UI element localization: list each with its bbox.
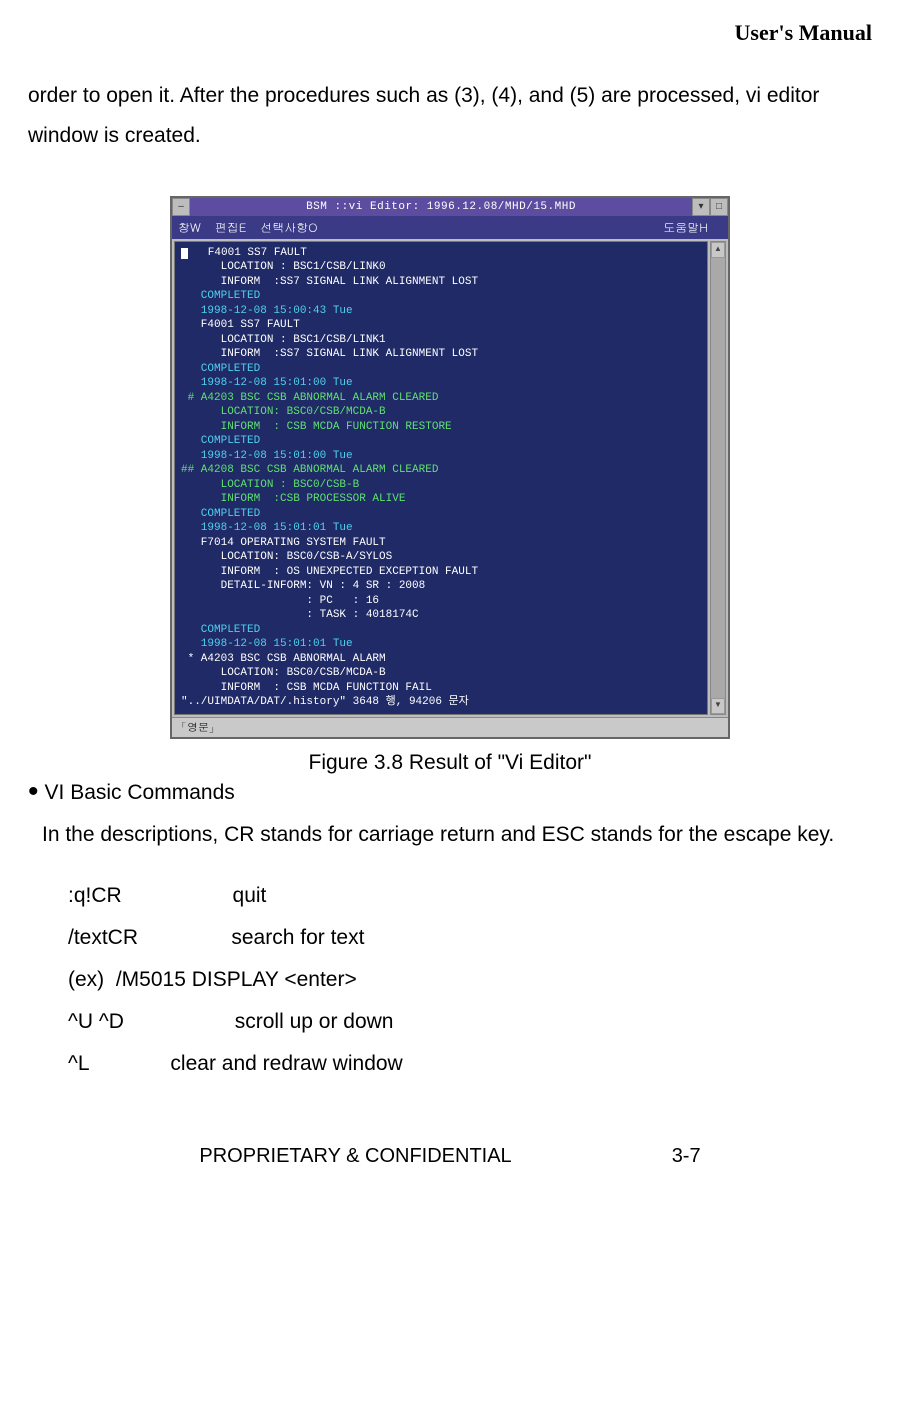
window-titlebar: – BSM ::vi Editor: 1996.12.08/MHD/15.MHD… [172, 198, 728, 216]
cmd-row: ^U ^D scroll up or down [68, 1001, 872, 1043]
menu-options[interactable]: 선택사항O [260, 219, 317, 236]
window-menubar: 창W 편집E 선택사항O 도움말H [172, 216, 728, 239]
ime-status: 「영문」 [172, 717, 728, 737]
bullet-icon: • [28, 781, 39, 803]
menu-edit[interactable]: 편집E [215, 219, 247, 236]
cmd-row: ^L clear and redraw window [68, 1043, 872, 1085]
cmd-row: /textCR search for text [68, 917, 872, 959]
vi-editor-screenshot: – BSM ::vi Editor: 1996.12.08/MHD/15.MHD… [170, 196, 730, 739]
figure-caption: Figure 3.8 Result of "Vi Editor" [28, 751, 872, 775]
scroll-track[interactable] [711, 258, 725, 698]
menu-window[interactable]: 창W [178, 219, 201, 236]
cmd-row: (ex) /M5015 DISPLAY <enter> [68, 959, 872, 1001]
intro-paragraph: order to open it. After the procedures s… [28, 76, 872, 156]
scroll-up-icon[interactable]: ▲ [711, 242, 725, 258]
footer-left: PROPRIETARY & CONFIDENTIAL [199, 1145, 511, 1168]
cmd-row: :q!CR quit [68, 875, 872, 917]
section-description: In the descriptions, CR stands for carri… [42, 823, 872, 847]
scroll-down-icon[interactable]: ▼ [711, 698, 725, 714]
window-min-icon[interactable]: ▾ [692, 198, 710, 216]
scrollbar[interactable]: ▲ ▼ [710, 241, 726, 715]
footer-right: 3-7 [672, 1145, 701, 1168]
window-menu-icon[interactable]: – [172, 198, 190, 216]
window-max-icon[interactable]: □ [710, 198, 728, 216]
page-header: User's Manual [28, 20, 872, 46]
menu-help[interactable]: 도움말H [663, 219, 708, 236]
terminal-output: F4001 SS7 FAULT LOCATION : BSC1/CSB/LINK… [181, 246, 705, 710]
cursor-icon [181, 248, 188, 259]
section-heading: VI Basic Commands [45, 781, 235, 805]
window-title: BSM ::vi Editor: 1996.12.08/MHD/15.MHD [190, 198, 692, 216]
command-list: :q!CR quit /textCR search for text (ex) … [68, 875, 872, 1085]
